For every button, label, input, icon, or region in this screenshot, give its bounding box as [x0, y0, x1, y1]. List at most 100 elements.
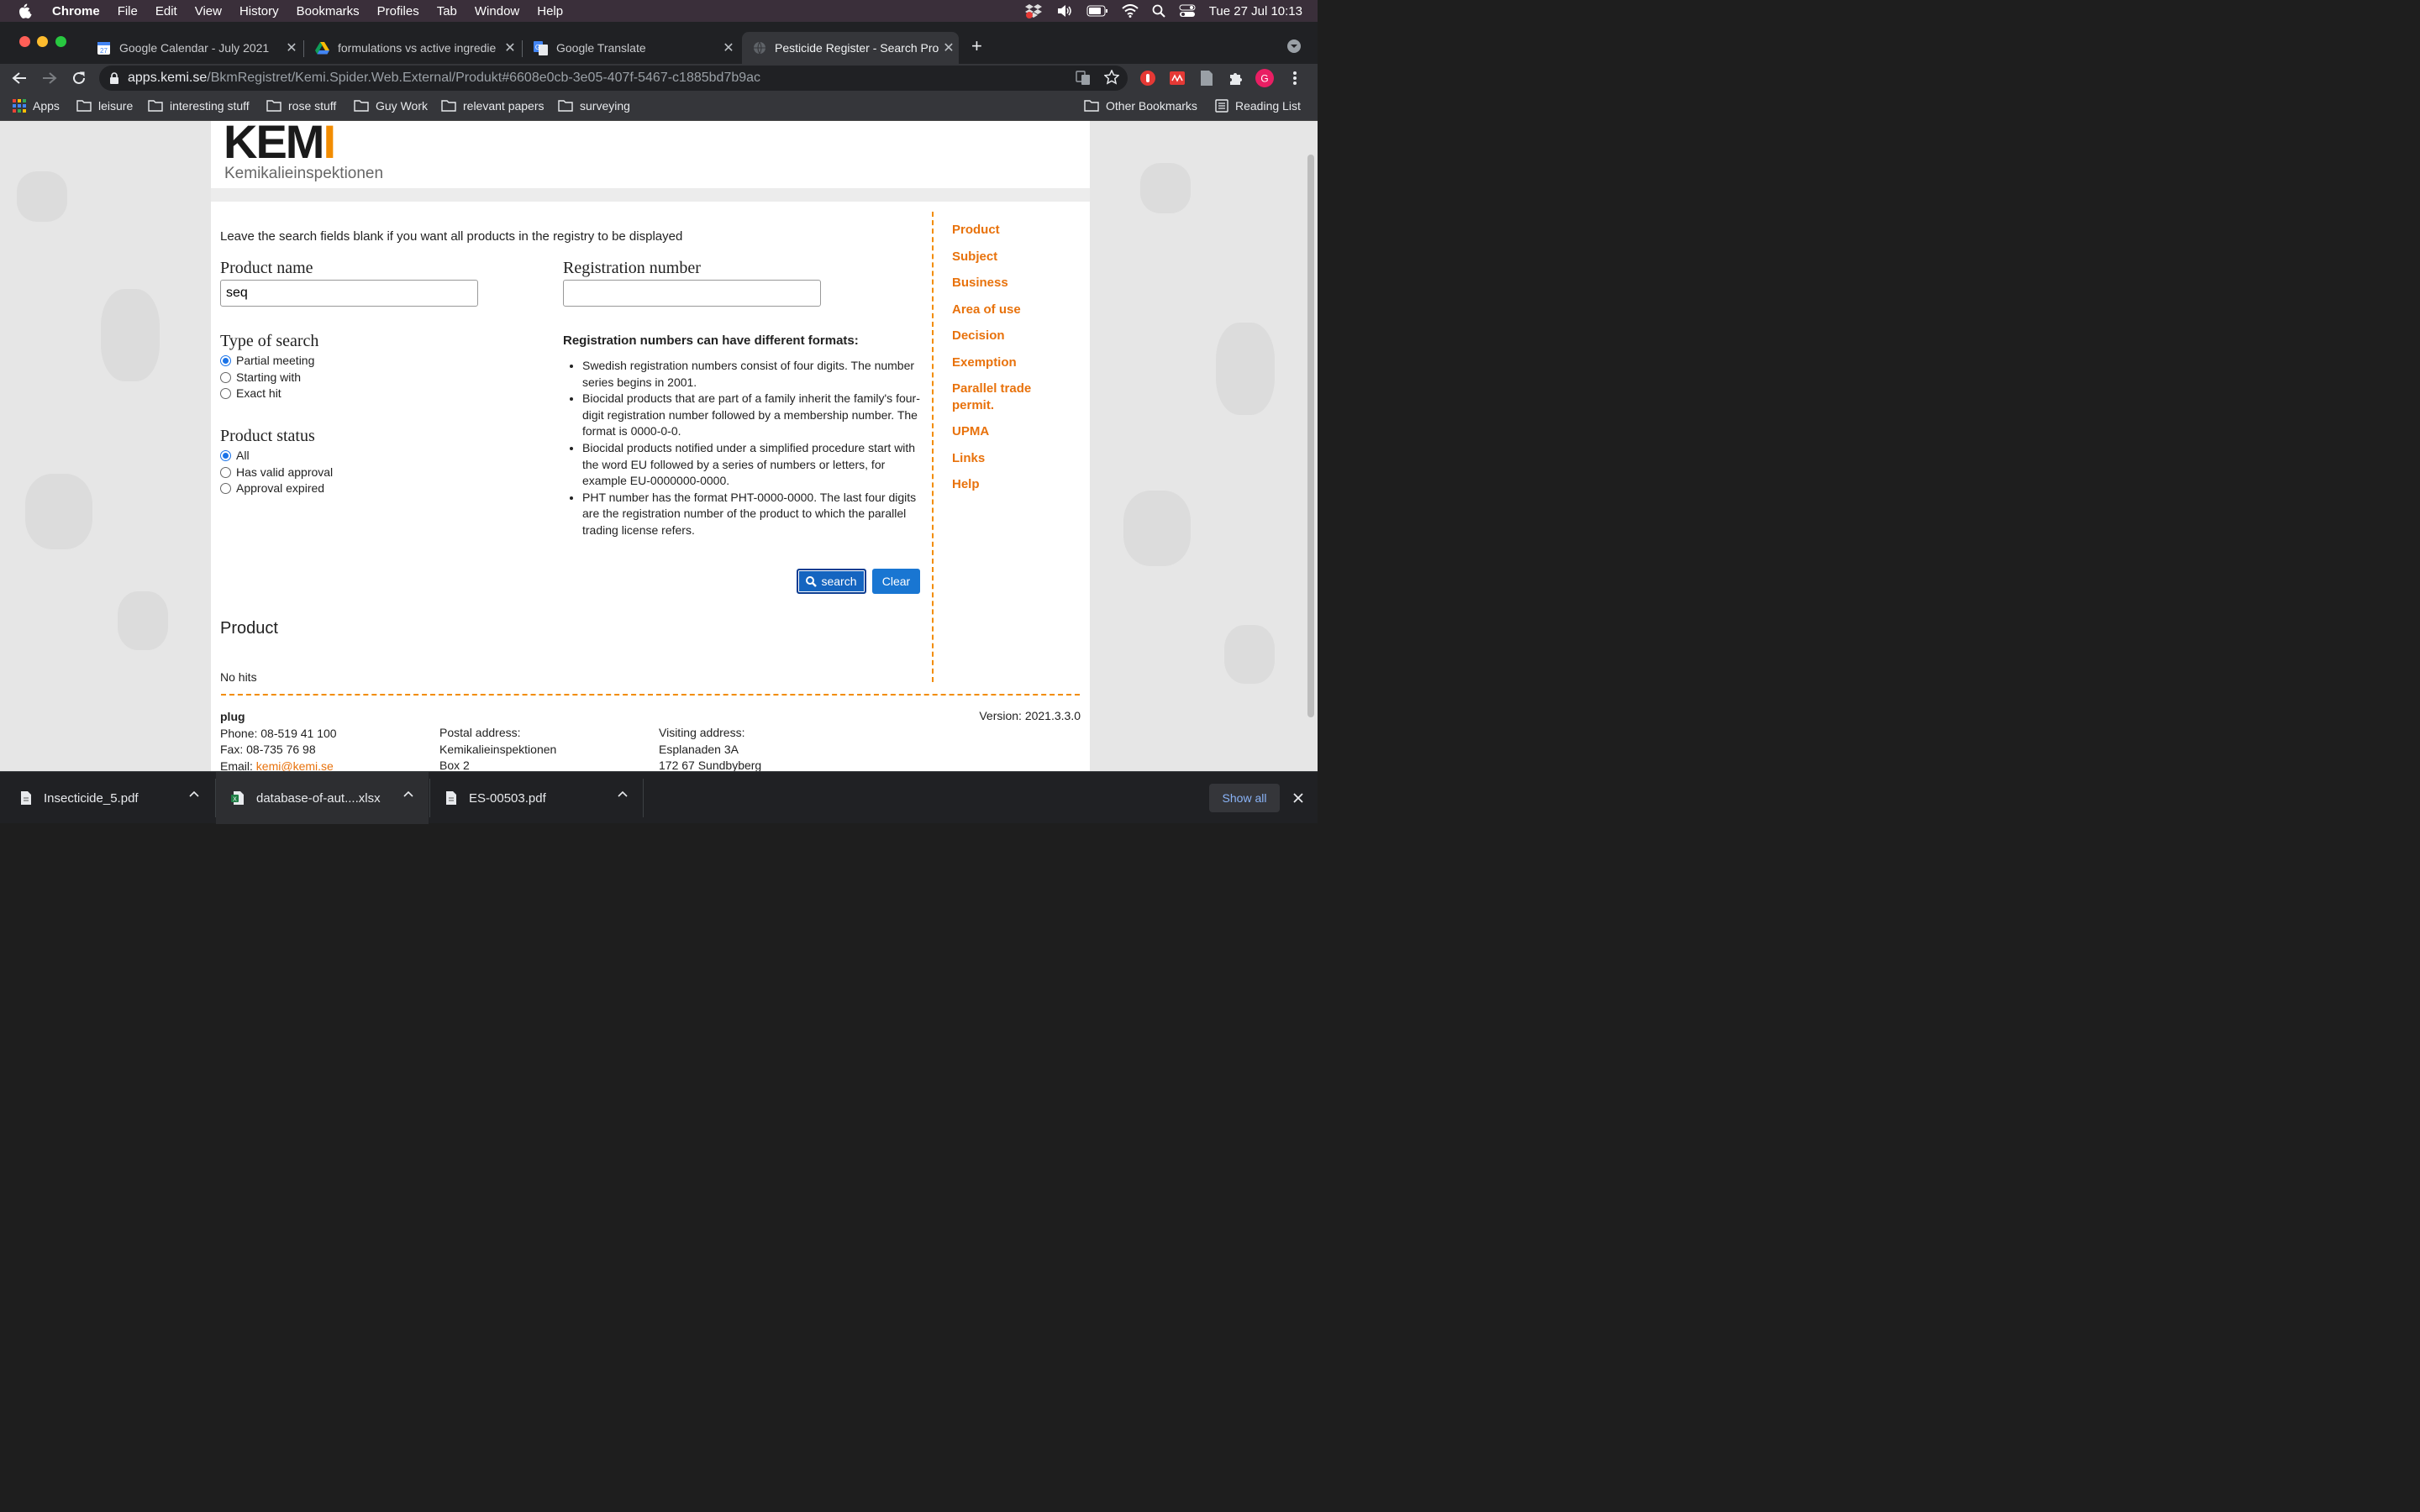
radio-button[interactable] — [220, 482, 231, 494]
spotlight-icon[interactable] — [1152, 4, 1165, 18]
menu-edit[interactable]: Edit — [155, 4, 177, 18]
footer-phone: Phone: 08-519 41 100 — [220, 726, 337, 740]
tab-pesticide-register[interactable]: Pesticide Register - Search Pro ✕ — [742, 32, 959, 64]
radio-exact-hit[interactable]: Exact hit — [220, 386, 281, 400]
radio-button-selected[interactable] — [220, 354, 231, 366]
extension-red-icon[interactable] — [1168, 69, 1186, 87]
radio-partial-meeting[interactable]: Partial meeting — [220, 354, 314, 367]
logo-text: KEM — [224, 121, 324, 168]
bookmark-folder-guy-work[interactable]: Guy Work — [354, 99, 428, 113]
close-tab-icon[interactable]: ✕ — [281, 39, 302, 56]
extensions-puzzle-icon[interactable] — [1227, 69, 1245, 87]
nav-upma[interactable]: UPMA — [952, 423, 1061, 440]
menu-app-name[interactable]: Chrome — [52, 4, 100, 18]
bookmark-folder-interesting-stuff[interactable]: interesting stuff — [148, 99, 250, 113]
folder-icon — [558, 100, 573, 112]
bookmark-apps[interactable]: Apps — [13, 99, 60, 113]
profile-avatar-icon[interactable]: G — [1255, 69, 1274, 87]
bookmark-folder-surveying[interactable]: surveying — [558, 99, 630, 113]
battery-icon[interactable] — [1086, 5, 1108, 17]
maximize-window-button[interactable] — [55, 36, 66, 47]
radio-status-all[interactable]: All — [220, 449, 250, 462]
nav-product[interactable]: Product — [952, 222, 1061, 239]
new-tab-icon[interactable]: + — [971, 35, 982, 57]
menu-view[interactable]: View — [195, 4, 222, 18]
chrome-menu-icon[interactable] — [1286, 69, 1304, 87]
download-item[interactable]: X database-of-aut....xlsx — [216, 772, 429, 824]
menu-profiles[interactable]: Profiles — [377, 4, 419, 18]
radio-button[interactable] — [220, 387, 231, 399]
address-bar[interactable]: apps.kemi.se/BkmRegistret/Kemi.Spider.We… — [99, 66, 1128, 91]
document-extension-icon[interactable] — [1197, 69, 1216, 87]
back-icon[interactable] — [10, 69, 29, 87]
minimize-window-button[interactable] — [37, 36, 48, 47]
nav-help[interactable]: Help — [952, 476, 1061, 493]
menu-tab[interactable]: Tab — [437, 4, 457, 18]
translate-page-icon[interactable] — [1076, 71, 1091, 90]
close-window-button[interactable] — [19, 36, 30, 47]
lock-icon[interactable] — [109, 72, 119, 84]
clear-button[interactable]: Clear — [872, 569, 920, 594]
nav-links[interactable]: Links — [952, 450, 1061, 467]
close-tab-icon[interactable]: ✕ — [939, 39, 959, 56]
ublock-icon[interactable] — [1139, 69, 1157, 87]
radio-button[interactable] — [220, 371, 231, 383]
bookmark-folder-relevant-papers[interactable]: relevant papers — [441, 99, 544, 113]
footer-visiting-label: Visiting address: — [659, 726, 745, 739]
reload-icon[interactable] — [70, 69, 88, 87]
show-all-downloads-button[interactable]: Show all — [1209, 784, 1280, 812]
nav-parallel-trade-permit[interactable]: Parallel trade permit. — [952, 381, 1061, 413]
close-tab-icon[interactable]: ✕ — [718, 39, 739, 56]
chevron-up-icon[interactable] — [403, 790, 413, 797]
dropbox-icon[interactable] — [1024, 3, 1043, 18]
menu-bookmarks[interactable]: Bookmarks — [297, 4, 360, 18]
menu-file[interactable]: File — [118, 4, 138, 18]
volume-icon[interactable] — [1056, 4, 1073, 18]
tab-google-translate[interactable]: G Google Translate ✕ — [523, 32, 739, 64]
bookmark-star-icon[interactable] — [1103, 69, 1120, 89]
format-item: Biocidal products that are part of a fam… — [582, 391, 922, 440]
page-scrollbar[interactable] — [1307, 155, 1314, 717]
radio-starting-with[interactable]: Starting with — [220, 370, 301, 384]
radio-status-expired[interactable]: Approval expired — [220, 481, 324, 495]
radio-button-selected[interactable] — [220, 449, 231, 461]
download-item[interactable]: Insecticide_5.pdf — [0, 772, 214, 824]
footer-email-link[interactable]: kemi@kemi.se — [256, 759, 334, 772]
registration-number-input[interactable] — [563, 280, 821, 307]
bookmark-other-bookmarks[interactable]: Other Bookmarks — [1084, 99, 1197, 113]
radio-button[interactable] — [220, 466, 231, 478]
nav-exemption[interactable]: Exemption — [952, 354, 1061, 371]
product-name-label: Product name — [220, 259, 313, 277]
control-center-icon[interactable] — [1179, 4, 1196, 18]
wifi-icon[interactable] — [1122, 4, 1139, 18]
menu-help[interactable]: Help — [537, 4, 563, 18]
menubar-clock[interactable]: Tue 27 Jul 10:13 — [1209, 4, 1302, 18]
download-item[interactable]: ES-00503.pdf — [430, 772, 643, 824]
excel-file-icon: X — [231, 790, 245, 806]
drive-icon — [315, 41, 329, 55]
kemi-logo[interactable]: KEMI — [224, 121, 336, 169]
radio-status-valid[interactable]: Has valid approval — [220, 465, 333, 479]
menu-window[interactable]: Window — [475, 4, 519, 18]
product-name-input[interactable] — [220, 280, 478, 307]
close-icon[interactable] — [1291, 790, 1306, 806]
pattern-shape — [1224, 625, 1275, 684]
tab-search-icon[interactable] — [1286, 39, 1302, 58]
nav-area-of-use[interactable]: Area of use — [952, 302, 1061, 318]
tab-formulations[interactable]: formulations vs active ingredie ✕ — [305, 32, 520, 64]
reading-list-button[interactable]: Reading List — [1215, 99, 1301, 113]
tab-google-calendar[interactable]: 27 Google Calendar - July 2021 ✕ — [87, 32, 302, 64]
bookmark-folder-leisure[interactable]: leisure — [76, 99, 133, 113]
close-tab-icon[interactable]: ✕ — [500, 39, 520, 56]
apple-icon[interactable] — [18, 3, 35, 18]
nav-business[interactable]: Business — [952, 275, 1061, 291]
menu-history[interactable]: History — [239, 4, 279, 18]
forward-icon[interactable] — [40, 69, 59, 87]
chevron-up-icon[interactable] — [189, 790, 199, 797]
nav-decision[interactable]: Decision — [952, 328, 1061, 344]
search-button[interactable]: search — [797, 569, 866, 594]
bookmark-folder-rose-stuff[interactable]: rose stuff — [266, 99, 336, 113]
chevron-up-icon[interactable] — [618, 790, 628, 797]
nav-subject[interactable]: Subject — [952, 249, 1061, 265]
svg-text:27: 27 — [100, 47, 108, 55]
